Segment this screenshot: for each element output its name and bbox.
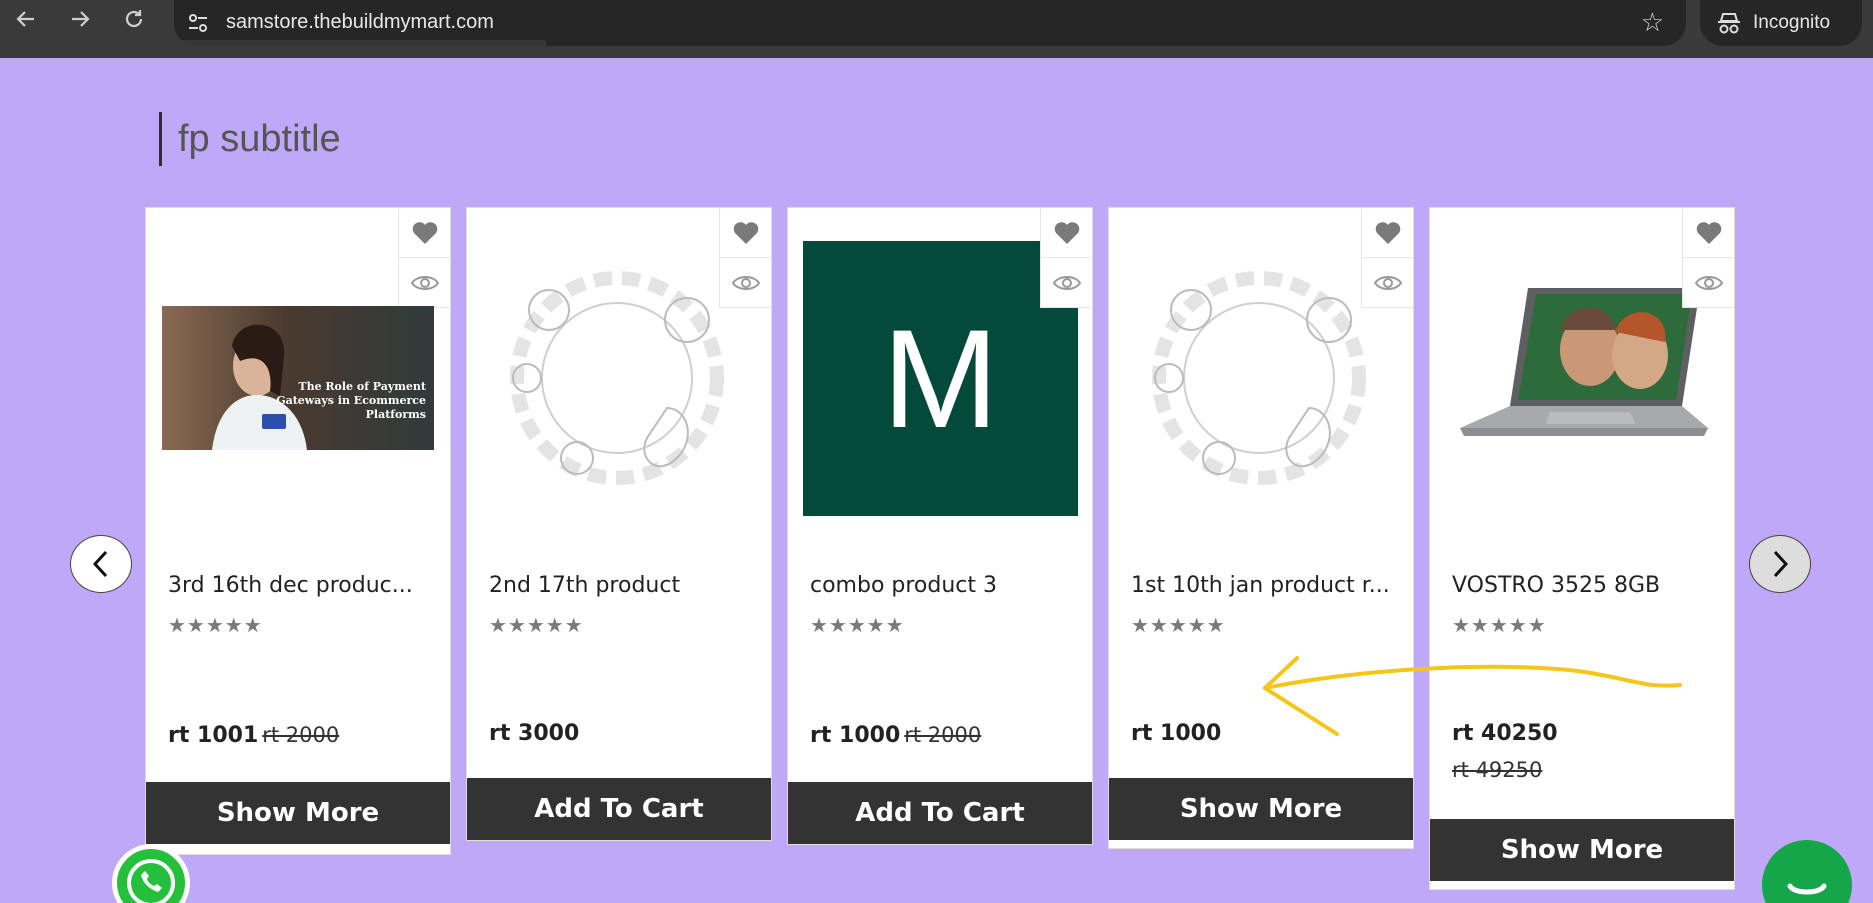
heart-icon <box>1696 221 1721 244</box>
product-card[interactable]: M combo product 3 ★★★★★ rt 1000 rt 2000 A… <box>787 207 1093 845</box>
product-rating: ★★★★★ <box>1131 613 1226 637</box>
product-rating: ★★★★★ <box>489 613 584 637</box>
add-to-cart-button[interactable]: Add To Cart <box>467 778 771 840</box>
laptop-image <box>1460 288 1708 436</box>
heart-icon <box>1054 221 1079 244</box>
forward-icon[interactable] <box>62 6 98 42</box>
heart-icon <box>1375 221 1400 244</box>
annotation-arrow <box>1263 656 1682 736</box>
site-settings-icon[interactable] <box>186 11 210 35</box>
old-price: rt 49250 <box>1452 758 1543 782</box>
product-rating: ★★★★★ <box>168 613 263 637</box>
eye-icon <box>1052 275 1081 290</box>
wishlist-button[interactable] <box>1682 208 1734 258</box>
image-letter: M <box>882 299 999 457</box>
product-name[interactable]: 3rd 16th dec produc... <box>168 573 438 598</box>
product-price: rt 1000 rt 2000 <box>810 723 981 748</box>
product-price: rt 1000 <box>1131 721 1221 746</box>
product-old-price: rt 49250 <box>1452 758 1542 783</box>
whatsapp-icon <box>127 859 175 903</box>
product-name[interactable]: combo product 3 <box>810 573 1080 598</box>
bookmark-star-icon[interactable]: ☆ <box>1641 8 1664 38</box>
chat-button[interactable] <box>1762 840 1852 903</box>
current-price: rt 1000 <box>1131 721 1222 746</box>
product-name[interactable]: 2nd 17th product <box>489 573 759 598</box>
quick-view-button[interactable] <box>1682 258 1734 308</box>
product-rating: ★★★★★ <box>1452 613 1547 637</box>
wishlist-button[interactable] <box>719 208 771 258</box>
old-price: rt 2000 <box>262 723 340 747</box>
eye-icon <box>1694 275 1723 290</box>
food-sketch-placeholder <box>1152 271 1366 485</box>
quick-view-button[interactable] <box>398 258 450 308</box>
reload-icon[interactable] <box>116 6 152 42</box>
chevron-left-icon <box>92 550 108 578</box>
product-price: rt 3000 <box>489 721 579 746</box>
heart-icon <box>412 221 437 244</box>
current-price: rt 1001 <box>168 723 259 748</box>
show-more-button[interactable]: Show More <box>1430 819 1734 881</box>
current-price: rt 1000 <box>810 723 901 748</box>
quick-view-button[interactable] <box>1040 258 1092 308</box>
product-price: rt 1001 rt 2000 <box>168 723 339 748</box>
section-subtitle: fp subtitle <box>159 112 341 166</box>
product-name[interactable]: 1st 10th jan product r... <box>1131 573 1401 598</box>
current-price: rt 3000 <box>489 721 580 746</box>
back-icon[interactable] <box>8 6 44 42</box>
image-caption: The Role of Payment Gateways in Ecommerc… <box>276 380 426 421</box>
chat-icon <box>1787 883 1827 895</box>
whatsapp-button[interactable] <box>112 844 190 903</box>
product-card[interactable]: 2nd 17th product ★★★★★ rt 3000 Add To Ca… <box>466 207 772 841</box>
product-rating: ★★★★★ <box>810 613 905 637</box>
wishlist-button[interactable] <box>1361 208 1413 258</box>
section-heading-cropped <box>144 40 564 64</box>
product-name[interactable]: VOSTRO 3525 8GB <box>1452 573 1722 598</box>
show-more-button[interactable]: Show More <box>1109 778 1413 840</box>
product-image[interactable] <box>1129 258 1389 498</box>
food-sketch-placeholder <box>510 271 724 485</box>
incognito-label: Incognito <box>1753 12 1831 33</box>
carousel-prev-button[interactable] <box>70 535 132 593</box>
show-more-button[interactable]: Show More <box>146 782 450 844</box>
chevron-right-icon <box>1773 550 1789 578</box>
product-image[interactable]: M <box>803 241 1078 516</box>
product-image[interactable]: The Role of Payment Gateways in Ecommerc… <box>162 306 434 450</box>
url-text: samstore.thebuildmymart.com <box>226 11 494 33</box>
add-to-cart-button[interactable]: Add To Cart <box>788 782 1092 844</box>
heading-remnant <box>146 40 546 50</box>
wishlist-button[interactable] <box>398 208 450 258</box>
product-card[interactable]: The Role of Payment Gateways in Ecommerc… <box>145 207 451 855</box>
heart-icon <box>733 221 758 244</box>
carousel-next-button[interactable] <box>1749 535 1811 593</box>
eye-icon <box>410 275 439 290</box>
old-price: rt 2000 <box>904 723 982 747</box>
product-image[interactable] <box>1450 280 1715 455</box>
incognito-icon <box>1716 11 1742 35</box>
product-card[interactable]: VOSTRO 3525 8GB ★★★★★ rt 40250 rt 49250 … <box>1429 207 1735 890</box>
woman-card-illustration <box>212 324 307 450</box>
wishlist-button[interactable] <box>1040 208 1092 258</box>
product-card[interactable]: 1st 10th jan product r... ★★★★★ rt 1000 … <box>1108 207 1414 849</box>
incognito-indicator[interactable]: Incognito <box>1700 0 1862 46</box>
product-image[interactable] <box>487 258 747 498</box>
